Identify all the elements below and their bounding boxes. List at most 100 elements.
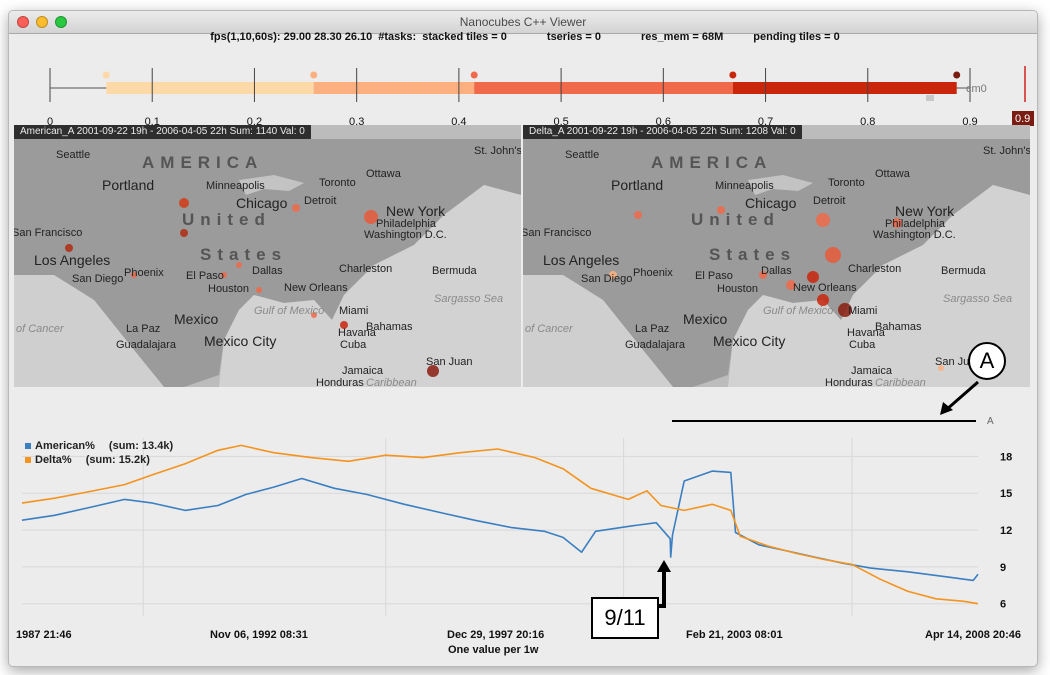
- map-label-neworleans: New Orleans: [284, 282, 348, 294]
- map-label-united: United: [691, 210, 780, 229]
- map-label-united: United: [182, 210, 271, 229]
- map-label-bermuda: Bermuda: [432, 265, 477, 277]
- heatmap-spot: [825, 247, 841, 263]
- map-label-guadalajara: Guadalajara: [116, 339, 176, 351]
- map-label-sanjuan: San Juan: [426, 356, 473, 368]
- map-label-caribbean: Caribbean: [366, 377, 417, 387]
- slider-value-badge: 0.9: [1015, 113, 1030, 125]
- map-label-houston: Houston: [208, 283, 249, 295]
- map-label-toronto: Toronto: [828, 177, 865, 189]
- map-label-sanfrancisco: San Francisco: [14, 227, 83, 239]
- slider-handle[interactable]: [729, 71, 737, 79]
- map-label-caribbean: Caribbean: [875, 377, 926, 387]
- map-label-cuba: Cuba: [340, 339, 367, 351]
- map-label-sandiego: San Diego: [72, 273, 124, 285]
- map-label-america: AMERICA: [651, 153, 773, 172]
- legend-item-delta[interactable]: Delta% (sum: 15.2k): [25, 453, 173, 467]
- slider-segment[interactable]: [313, 82, 475, 94]
- chart-legend: American% (sum: 13.4k) Delta% (sum: 15.2…: [25, 439, 173, 467]
- map-label-ottawa: Ottawa: [366, 168, 401, 180]
- map-label-mexicocity: Mexico City: [204, 333, 277, 349]
- slider-value-marker[interactable]: [1024, 66, 1026, 102]
- map-label-detroit: Detroit: [304, 195, 337, 207]
- map-american[interactable]: American_A 2001-09-22 19h - 2006-04-05 2…: [14, 125, 521, 387]
- pending-tiles-readout: pending tiles = 0: [753, 31, 840, 43]
- map-label-charleston: Charleston: [848, 263, 902, 275]
- slider-handle[interactable]: [953, 71, 961, 79]
- map-label-america: AMERICA: [142, 153, 264, 172]
- heatmap-spot: [292, 204, 300, 212]
- legend-label-american: American%: [35, 440, 95, 452]
- map-label-gulf: Gulf of Mexico: [763, 305, 834, 317]
- map-label-honduras: Honduras: [316, 377, 364, 387]
- map-label-jamaica: Jamaica: [342, 365, 383, 377]
- map-label-washington: Washington D.C.: [364, 229, 447, 241]
- map-label-seattle: Seattle: [56, 149, 91, 161]
- map-label-lapaz: La Paz: [126, 323, 161, 335]
- stats-bar: fps(1,10,60s): 29.00 28.30 26.10 #tasks: s…: [0, 31, 1050, 43]
- map-label-dallas: Dallas: [761, 265, 792, 277]
- map-label-sanfrancisco: San Francisco: [523, 227, 592, 239]
- map-label-bahamas: Bahamas: [366, 321, 413, 333]
- heatmap-spot: [179, 198, 189, 208]
- map-delta[interactable]: Delta_A 2001-09-22 19h - 2006-04-05 22h …: [523, 125, 1030, 387]
- map-label-stjohns: St. John's: [983, 145, 1030, 157]
- map-label-tropic: of Cancer: [16, 323, 64, 335]
- x-tick-label: Apr 14, 2008 20:46: [925, 629, 1022, 641]
- map-label-washington: Washington D.C.: [873, 229, 956, 241]
- map-label-sargasso: Sargasso Sea: [943, 293, 1013, 305]
- fps-readout: fps(1,10,60s): 29.00 28.30 26.10: [210, 31, 373, 43]
- map-label-minneapolis: Minneapolis: [715, 180, 774, 192]
- res-mem-readout: res_mem = 68M: [641, 31, 724, 43]
- slider-handle[interactable]: [470, 71, 478, 79]
- slider-handle[interactable]: [102, 71, 110, 79]
- heatmap-spot: [180, 229, 188, 237]
- window-title: Nanocubes C++ Viewer: [459, 15, 587, 29]
- map-label-losangeles: Los Angeles: [543, 252, 620, 268]
- annotation-911-callout: 9/11: [591, 597, 659, 639]
- tseries-readout: tseries = 0: [546, 31, 602, 43]
- heatmap-spot: [634, 211, 642, 219]
- slider-thumb-shadow: [926, 95, 934, 101]
- legend-sum-american: (sum: 13.4k): [108, 440, 174, 452]
- map-label-mexico: Mexico: [683, 311, 728, 327]
- map-label-elpaso: El Paso: [186, 270, 224, 282]
- legend-item-american[interactable]: American% (sum: 13.4k): [25, 439, 173, 453]
- slider-handle[interactable]: [310, 71, 318, 79]
- map-label-detroit: Detroit: [813, 195, 846, 207]
- stacked-tiles-readout: stacked tiles = 0: [422, 31, 507, 43]
- map-label-newyork: New York: [386, 203, 446, 219]
- map-label-cuba: Cuba: [849, 339, 876, 351]
- legend-sum-delta: (sum: 15.2k): [85, 454, 150, 466]
- map-label-miami: Miami: [848, 305, 878, 317]
- map-label-mexicocity: Mexico City: [713, 333, 786, 349]
- map-label-chicago: Chicago: [745, 195, 797, 211]
- map-label-portland: Portland: [102, 177, 155, 193]
- map-label-losangeles: Los Angeles: [34, 252, 111, 268]
- map-label-phoenix: Phoenix: [633, 267, 673, 279]
- x-tick-label: Dec 29, 1997 20:16: [447, 629, 545, 641]
- map-label-minneapolis: Minneapolis: [206, 180, 265, 192]
- x-axis-caption: One value per 1w: [448, 644, 539, 656]
- x-tick-label: 1987 21:46: [16, 629, 72, 641]
- map-label-lapaz: La Paz: [635, 323, 670, 335]
- heatmap-spot: [256, 287, 262, 293]
- map-label-chicago: Chicago: [236, 195, 288, 211]
- map-label-sandiego: San Diego: [581, 273, 633, 285]
- slider-segment[interactable]: [106, 82, 314, 94]
- x-tick-label: Nov 06, 1992 08:31: [210, 629, 308, 641]
- legend-swatch-delta: [25, 457, 31, 463]
- map-label-mexico: Mexico: [174, 311, 219, 327]
- x-tick-label: Feb 21, 2003 08:01: [686, 629, 783, 641]
- map-american-header: American_A 2001-09-22 19h - 2006-04-05 2…: [14, 125, 311, 139]
- slider-segment[interactable]: [474, 82, 733, 94]
- slider-segment[interactable]: [732, 82, 957, 94]
- slider-end-label: cm0: [966, 83, 987, 95]
- map-label-tropic: of Cancer: [525, 323, 573, 335]
- map-label-portland: Portland: [611, 177, 664, 193]
- map-label-bermuda: Bermuda: [941, 265, 986, 277]
- map-label-jamaica: Jamaica: [851, 365, 892, 377]
- map-label-phoenix: Phoenix: [124, 267, 164, 279]
- map-label-states: States: [200, 245, 288, 264]
- map-label-states: States: [709, 245, 797, 264]
